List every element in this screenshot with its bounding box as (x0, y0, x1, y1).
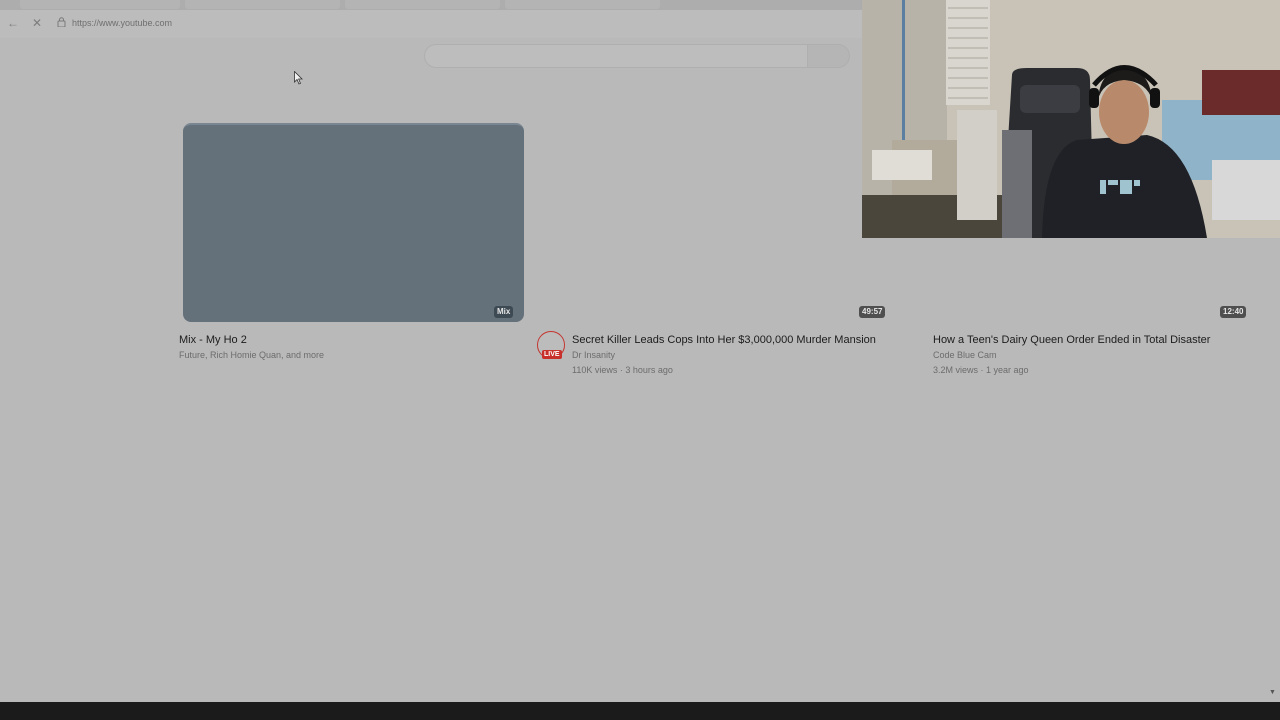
video-title[interactable]: Secret Killer Leads Cops Into Her $3,000… (572, 333, 876, 347)
search-input[interactable] (424, 44, 808, 68)
taskbar (0, 702, 1280, 720)
video-title[interactable]: Mix - My Ho 2 (179, 333, 247, 347)
browser-tab[interactable] (185, 0, 340, 9)
mix-badge: Mix (494, 306, 514, 318)
close-icon[interactable]: ✕ (32, 16, 42, 30)
lock-icon (57, 17, 66, 27)
webcam-feed-image (862, 0, 1280, 238)
video-thumbnail[interactable] (183, 123, 524, 322)
video-title[interactable]: How a Teen's Dairy Queen Order Ended in … (933, 333, 1210, 347)
channel-name[interactable]: Dr Insanity (572, 349, 615, 361)
duration-badge: 12:40 (1220, 306, 1247, 318)
url-text[interactable]: https://www.youtube.com (72, 17, 172, 29)
back-arrow-icon[interactable]: ← (7, 16, 19, 30)
channel-name[interactable]: Code Blue Cam (933, 349, 997, 361)
browser-tab[interactable] (345, 0, 500, 9)
video-stats: 3.2M views · 1 year ago (933, 365, 1029, 375)
webcam-overlay (862, 0, 1280, 238)
mouse-cursor-icon (294, 71, 303, 85)
browser-tab[interactable] (20, 0, 180, 9)
search-button[interactable] (807, 44, 850, 68)
browser-tab[interactable] (505, 0, 660, 9)
channel-name[interactable]: Future, Rich Homie Quan, and more (179, 349, 324, 361)
duration-badge: 49:57 (859, 306, 886, 318)
video-stats: 110K views · 3 hours ago (572, 365, 673, 375)
live-badge: LIVE (542, 350, 562, 359)
scroll-down-arrow-icon[interactable]: ▼ (1269, 689, 1276, 696)
